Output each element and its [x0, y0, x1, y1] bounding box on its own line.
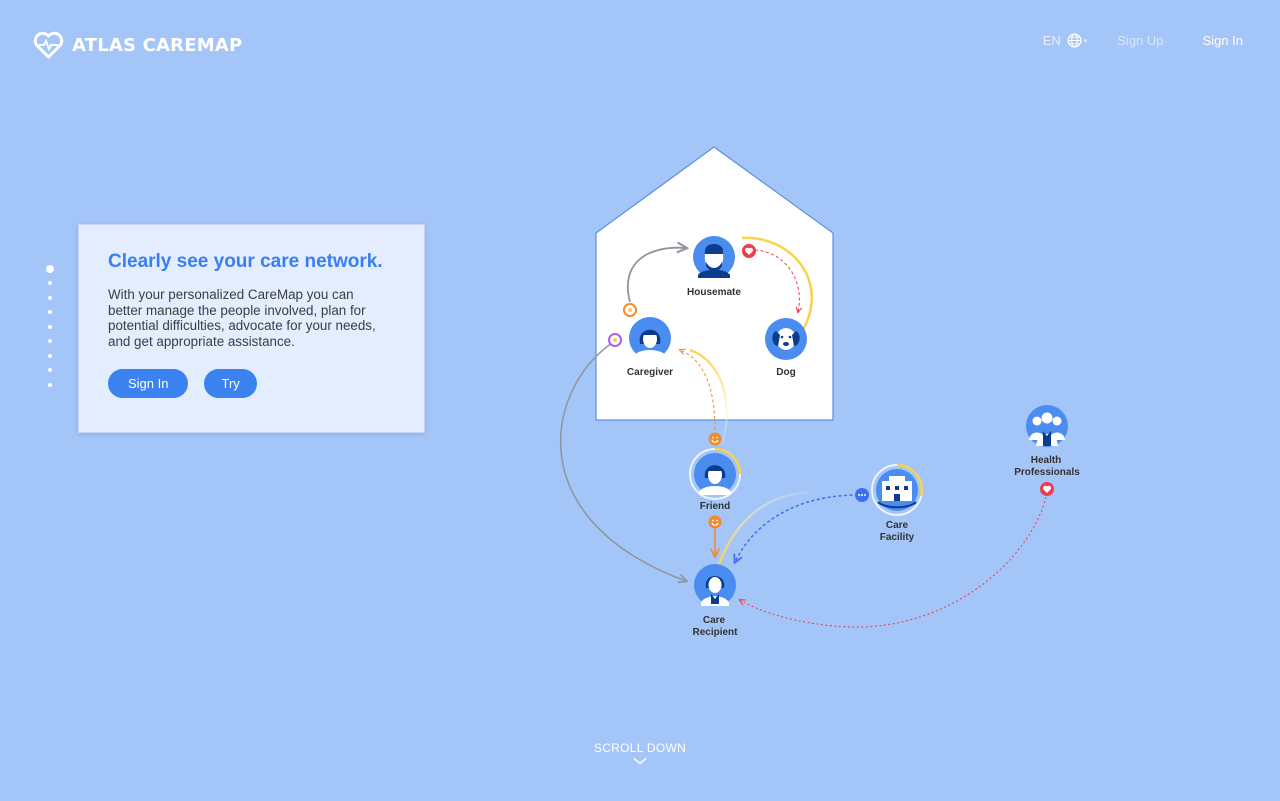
caregiver-label: Caregiver — [627, 367, 673, 378]
recipient-facility-support-arc — [716, 490, 811, 568]
friend-label: Friend — [700, 501, 731, 512]
care-facility-label-1: Care — [886, 520, 909, 531]
chevron-down-icon — [633, 757, 647, 765]
circle-badge-icon — [608, 333, 622, 347]
health-professionals-label-1: Health — [1031, 455, 1062, 466]
smile-badge-icon — [708, 515, 722, 529]
friend-node[interactable]: Friend — [689, 447, 742, 512]
health-to-recipient-link — [740, 496, 1047, 628]
care-recipient-label-1: Care — [703, 615, 726, 626]
caregiver-node[interactable]: Caregiver — [627, 317, 673, 378]
dog-label: Dog — [776, 367, 795, 378]
heart-badge-icon — [742, 244, 756, 258]
health-professionals-label-2: Professionals — [1014, 467, 1080, 478]
health-professionals-node[interactable]: Health Professionals — [1014, 405, 1080, 478]
facility-to-recipient-link — [735, 494, 859, 562]
more-badge-icon — [855, 488, 869, 502]
scroll-down-label: SCROLL DOWN — [593, 741, 687, 755]
care-facility-label-2: Facility — [880, 532, 915, 543]
care-network-diagram: Housemate Dog Caregiver Friend Care Reci… — [559, 146, 1080, 638]
heart-badge-icon — [1040, 482, 1054, 496]
scroll-down-prompt[interactable]: SCROLL DOWN — [0, 741, 1280, 765]
circle-badge-icon — [623, 303, 637, 317]
care-recipient-node[interactable]: Care Recipient — [692, 564, 738, 638]
care-facility-node[interactable]: Care Facility — [871, 463, 923, 543]
housemate-label: Housemate — [687, 287, 741, 298]
care-recipient-label-2: Recipient — [692, 627, 738, 638]
smile-badge-icon — [708, 432, 722, 446]
